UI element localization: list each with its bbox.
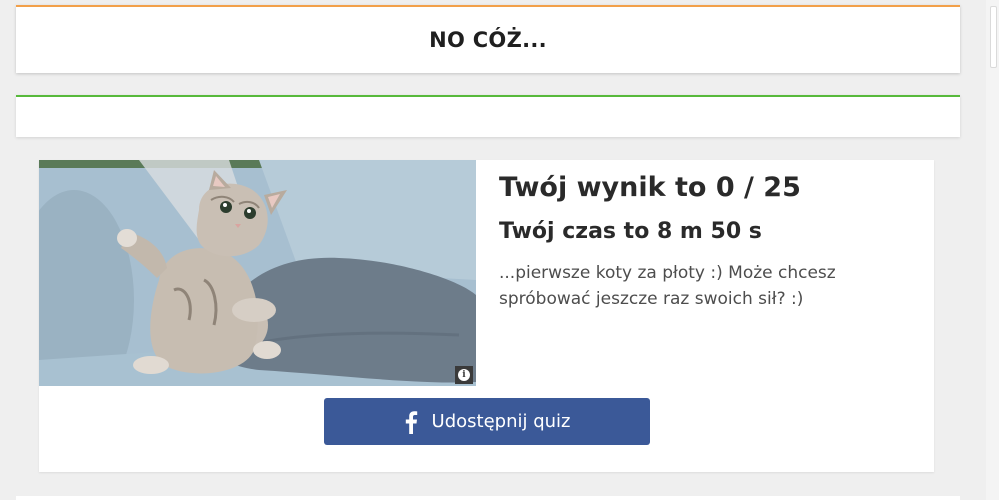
info-icon[interactable]: i xyxy=(455,366,473,384)
kitten-photo xyxy=(39,160,476,386)
next-card-edge xyxy=(16,496,960,500)
scrollbar-track[interactable] xyxy=(986,0,999,500)
result-text: Twój wynik to 0 / 25 Twój czas to 8 m 50… xyxy=(499,168,919,312)
quiz-result-card: i Twój wynik to 0 / 25 Twój czas to 8 m … xyxy=(39,160,934,472)
share-quiz-button[interactable]: Udostępnij quiz xyxy=(324,398,650,445)
result-image: i xyxy=(39,160,476,386)
page-title: NO CÓŻ... xyxy=(429,28,547,52)
page: NO CÓŻ... i Twój wynik to 0 / 25 Twój cz… xyxy=(0,0,999,500)
share-quiz-label: Udostępnij quiz xyxy=(431,411,571,432)
score-heading: Twój wynik to 0 / 25 xyxy=(499,172,801,203)
result-header-card: NO CÓŻ... xyxy=(16,5,960,73)
facebook-icon xyxy=(405,410,417,434)
time-heading: Twój czas to 8 m 50 s xyxy=(499,219,762,244)
scrollbar-thumb[interactable] xyxy=(990,6,997,68)
divider-card xyxy=(16,95,960,137)
result-message: ...pierwsze koty za płoty :) Może chcesz… xyxy=(499,263,836,309)
